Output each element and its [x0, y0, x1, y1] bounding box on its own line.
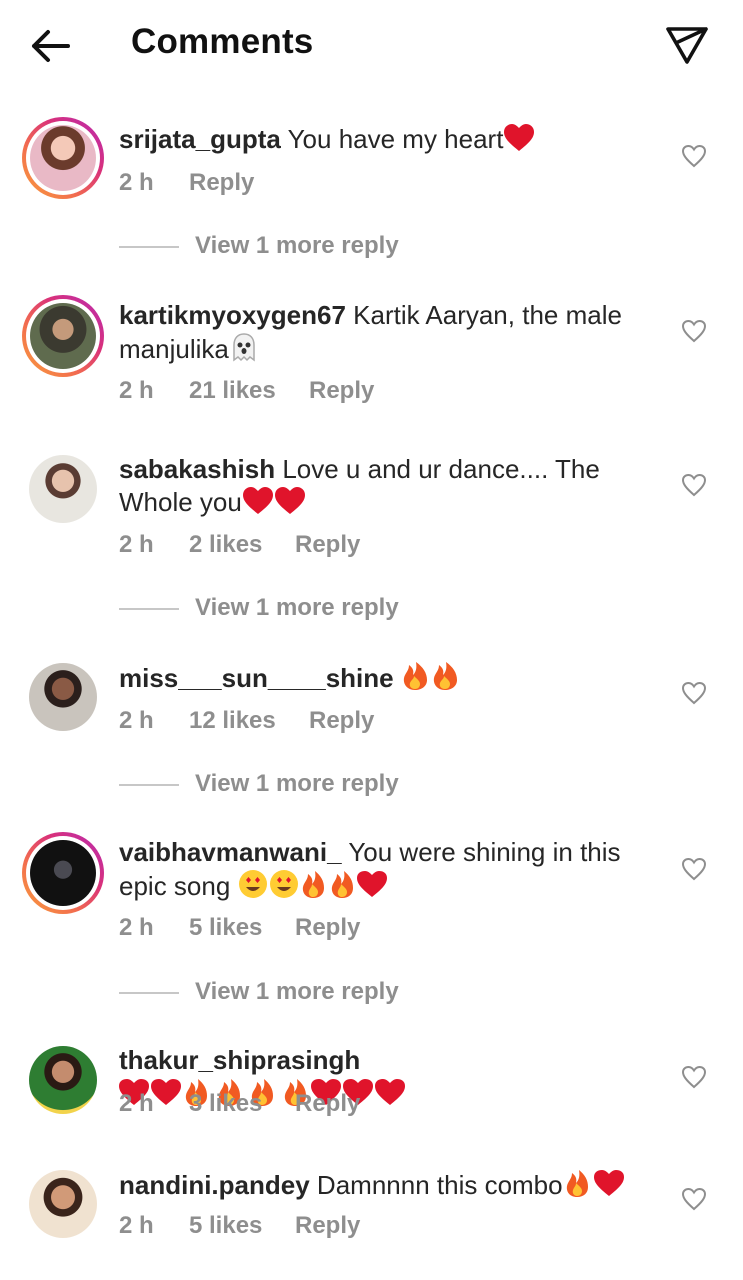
comment-body-line-2: Whole you — [119, 487, 242, 517]
comment-username[interactable]: sabakashish — [119, 454, 275, 484]
comment-username[interactable]: vaibhavmanwani_ — [119, 837, 342, 867]
comment-username[interactable]: thakur_shiprasingh — [119, 1045, 360, 1075]
comment-meta: 2 h 5 likes Reply — [119, 1212, 360, 1240]
reply-button[interactable]: Reply — [295, 1090, 360, 1118]
avatar[interactable] — [22, 832, 104, 914]
divider — [119, 246, 179, 248]
like-heart-icon[interactable] — [681, 1064, 707, 1090]
comment-time: 2 h — [119, 1090, 154, 1117]
divider — [119, 992, 179, 994]
comment-meta: 2 h 5 likes Reply — [119, 914, 360, 942]
avatar[interactable] — [22, 117, 104, 199]
like-heart-icon[interactable] — [681, 143, 707, 169]
comment-text: miss___sun____shine — [119, 661, 659, 699]
comment-time: 2 h — [119, 1212, 154, 1239]
emoji-sequence — [563, 1168, 627, 1206]
avatar[interactable] — [29, 455, 97, 523]
comment-username[interactable]: nandini.pandey — [119, 1170, 310, 1200]
comment-body-line-2: manjulika — [119, 334, 229, 364]
comment-body: Love u and ur dance.... The — [282, 454, 600, 484]
view-more-replies-label[interactable]: View 1 more reply — [195, 978, 399, 1006]
like-heart-icon[interactable] — [681, 472, 707, 498]
back-arrow-icon[interactable] — [26, 24, 74, 68]
comment-body: You have my heart — [287, 124, 504, 154]
comment-text: vaibhavmanwani_ You were shining in this… — [119, 836, 659, 907]
comment-time: 2 h — [119, 707, 154, 734]
like-count[interactable]: 2 likes — [189, 531, 295, 559]
comment-body: You were shining in this — [348, 837, 621, 867]
header-bar: Comments — [0, 0, 743, 92]
comment-meta: 2 h 2 likes Reply — [119, 531, 360, 559]
comment-body: Damnnnn this combo — [316, 1170, 563, 1200]
comment-text: nandini.pandey Damnnnn this combo — [119, 1168, 659, 1206]
view-more-replies-label[interactable]: View 1 more reply — [195, 232, 399, 260]
avatar[interactable] — [22, 295, 104, 377]
comment-time: 2 h — [119, 531, 154, 558]
divider — [119, 608, 179, 610]
like-heart-icon[interactable] — [681, 680, 707, 706]
avatar[interactable] — [29, 1170, 97, 1238]
comment-time: 2 h — [119, 914, 154, 941]
like-count[interactable]: 5 likes — [189, 1212, 295, 1240]
fire-emoji — [401, 661, 461, 699]
red-heart-emoji — [242, 487, 306, 523]
like-count[interactable]: 3 likes — [189, 1090, 295, 1118]
like-count[interactable]: 5 likes — [189, 914, 295, 942]
like-heart-icon[interactable] — [681, 318, 707, 344]
like-count[interactable]: 21 likes — [189, 377, 309, 405]
page-title: Comments — [131, 22, 314, 61]
reply-button[interactable]: Reply — [295, 1212, 360, 1240]
reply-button[interactable]: Reply — [295, 914, 360, 942]
emoji-sequence — [238, 869, 388, 907]
view-more-replies-label[interactable]: View 1 more reply — [195, 594, 399, 622]
ghost-emoji — [229, 332, 259, 370]
comment-body-line-2: epic song — [119, 871, 231, 901]
red-heart-emoji — [503, 124, 535, 160]
comment-username[interactable]: miss___sun____shine — [119, 663, 394, 693]
avatar[interactable] — [29, 1046, 97, 1114]
like-heart-icon[interactable] — [681, 1186, 707, 1212]
comment-username[interactable]: srijata_gupta — [119, 124, 281, 154]
comment-time: 2 h — [119, 169, 154, 196]
comment-text: kartikmyoxygen67 Kartik Aaryan, the male… — [119, 299, 659, 370]
comment-username[interactable]: kartikmyoxygen67 — [119, 300, 346, 330]
like-count[interactable]: 12 likes — [189, 707, 309, 735]
comment-meta: 2 h 21 likes Reply — [119, 377, 374, 405]
comment-meta: 2 h 3 likes Reply — [119, 1090, 360, 1118]
like-heart-icon[interactable] — [681, 856, 707, 882]
comment-time: 2 h — [119, 377, 154, 404]
comment-meta: 2 h Reply — [119, 169, 254, 197]
divider — [119, 784, 179, 786]
comment-meta: 2 h 12 likes Reply — [119, 707, 374, 735]
reply-button[interactable]: Reply — [189, 169, 254, 197]
reply-button[interactable]: Reply — [309, 377, 374, 405]
avatar[interactable] — [29, 663, 97, 731]
reply-button[interactable]: Reply — [295, 531, 360, 559]
send-icon[interactable] — [664, 22, 710, 68]
comment-body: Kartik Aaryan, the male — [353, 300, 622, 330]
comment-text: sabakashish Love u and ur dance.... The … — [119, 453, 659, 523]
view-more-replies-label[interactable]: View 1 more reply — [195, 770, 399, 798]
comment-text: srijata_gupta You have my heart — [119, 123, 659, 160]
reply-button[interactable]: Reply — [309, 707, 374, 735]
